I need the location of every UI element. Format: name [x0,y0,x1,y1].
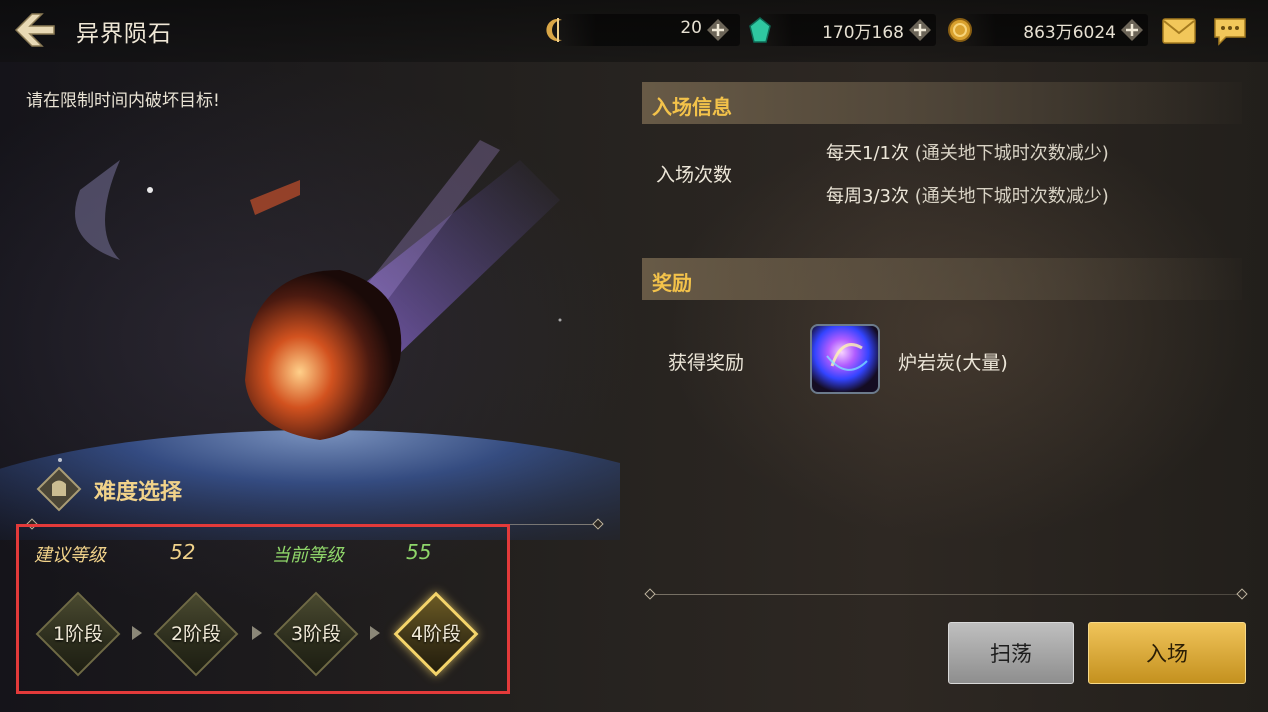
entry-info-title: 入场信息 [652,95,732,119]
reward-item-name: 炉岩炭(大量) [898,352,1008,374]
add-currency-3-button[interactable] [1120,18,1144,42]
difficulty-highlight-box [16,524,510,694]
weekly-entry-line: 每周3/3次 (通关地下城时次数减少) [826,182,1109,208]
sweep-button[interactable]: 扫荡 [948,622,1074,684]
reward-orb-swirl [826,343,868,371]
entry-count-label: 入场次数 [656,164,733,186]
back-button[interactable] [8,8,62,52]
daily-entry-line: 每天1/1次 (通关地下城时次数减少) [826,139,1109,165]
back-arrow-icon [14,13,55,47]
currency-value-2: 170万168 [822,23,904,43]
objective-text: 请在限制时间内破坏目标! [26,91,220,111]
daily-entry-count: 每天1/1次 [826,143,909,164]
currency-value-3: 863万6024 [1023,23,1116,43]
add-currency-1-button[interactable] [706,18,730,42]
entry-info-header [642,82,1242,124]
difficulty-title: 难度选择 [94,480,183,505]
reward-label: 获得奖励 [668,352,745,374]
daily-entry-note: (通关地下城时次数减少) [914,143,1109,164]
lava-charcoal-orb-icon[interactable] [810,324,880,394]
crescent-currency-icon [546,18,562,42]
button-divider [650,594,1244,595]
add-currency-2-button[interactable] [908,18,932,42]
green-crystal-icon [749,17,771,43]
currency-value-1: 20 [680,18,702,38]
enter-button[interactable]: 入场 [1088,622,1246,684]
reward-header [642,258,1242,300]
mail-icon[interactable] [1162,18,1196,44]
meteor-artwork [0,140,620,540]
reward-title: 奖励 [652,271,692,295]
gold-coin-icon [948,18,972,42]
difficulty-emblem-icon [36,466,82,512]
weekly-entry-count: 每周3/3次 [826,186,909,207]
chat-icon[interactable] [1212,16,1248,46]
page-title: 异界陨石 [76,21,172,47]
weekly-entry-note: (通关地下城时次数减少) [914,186,1109,207]
